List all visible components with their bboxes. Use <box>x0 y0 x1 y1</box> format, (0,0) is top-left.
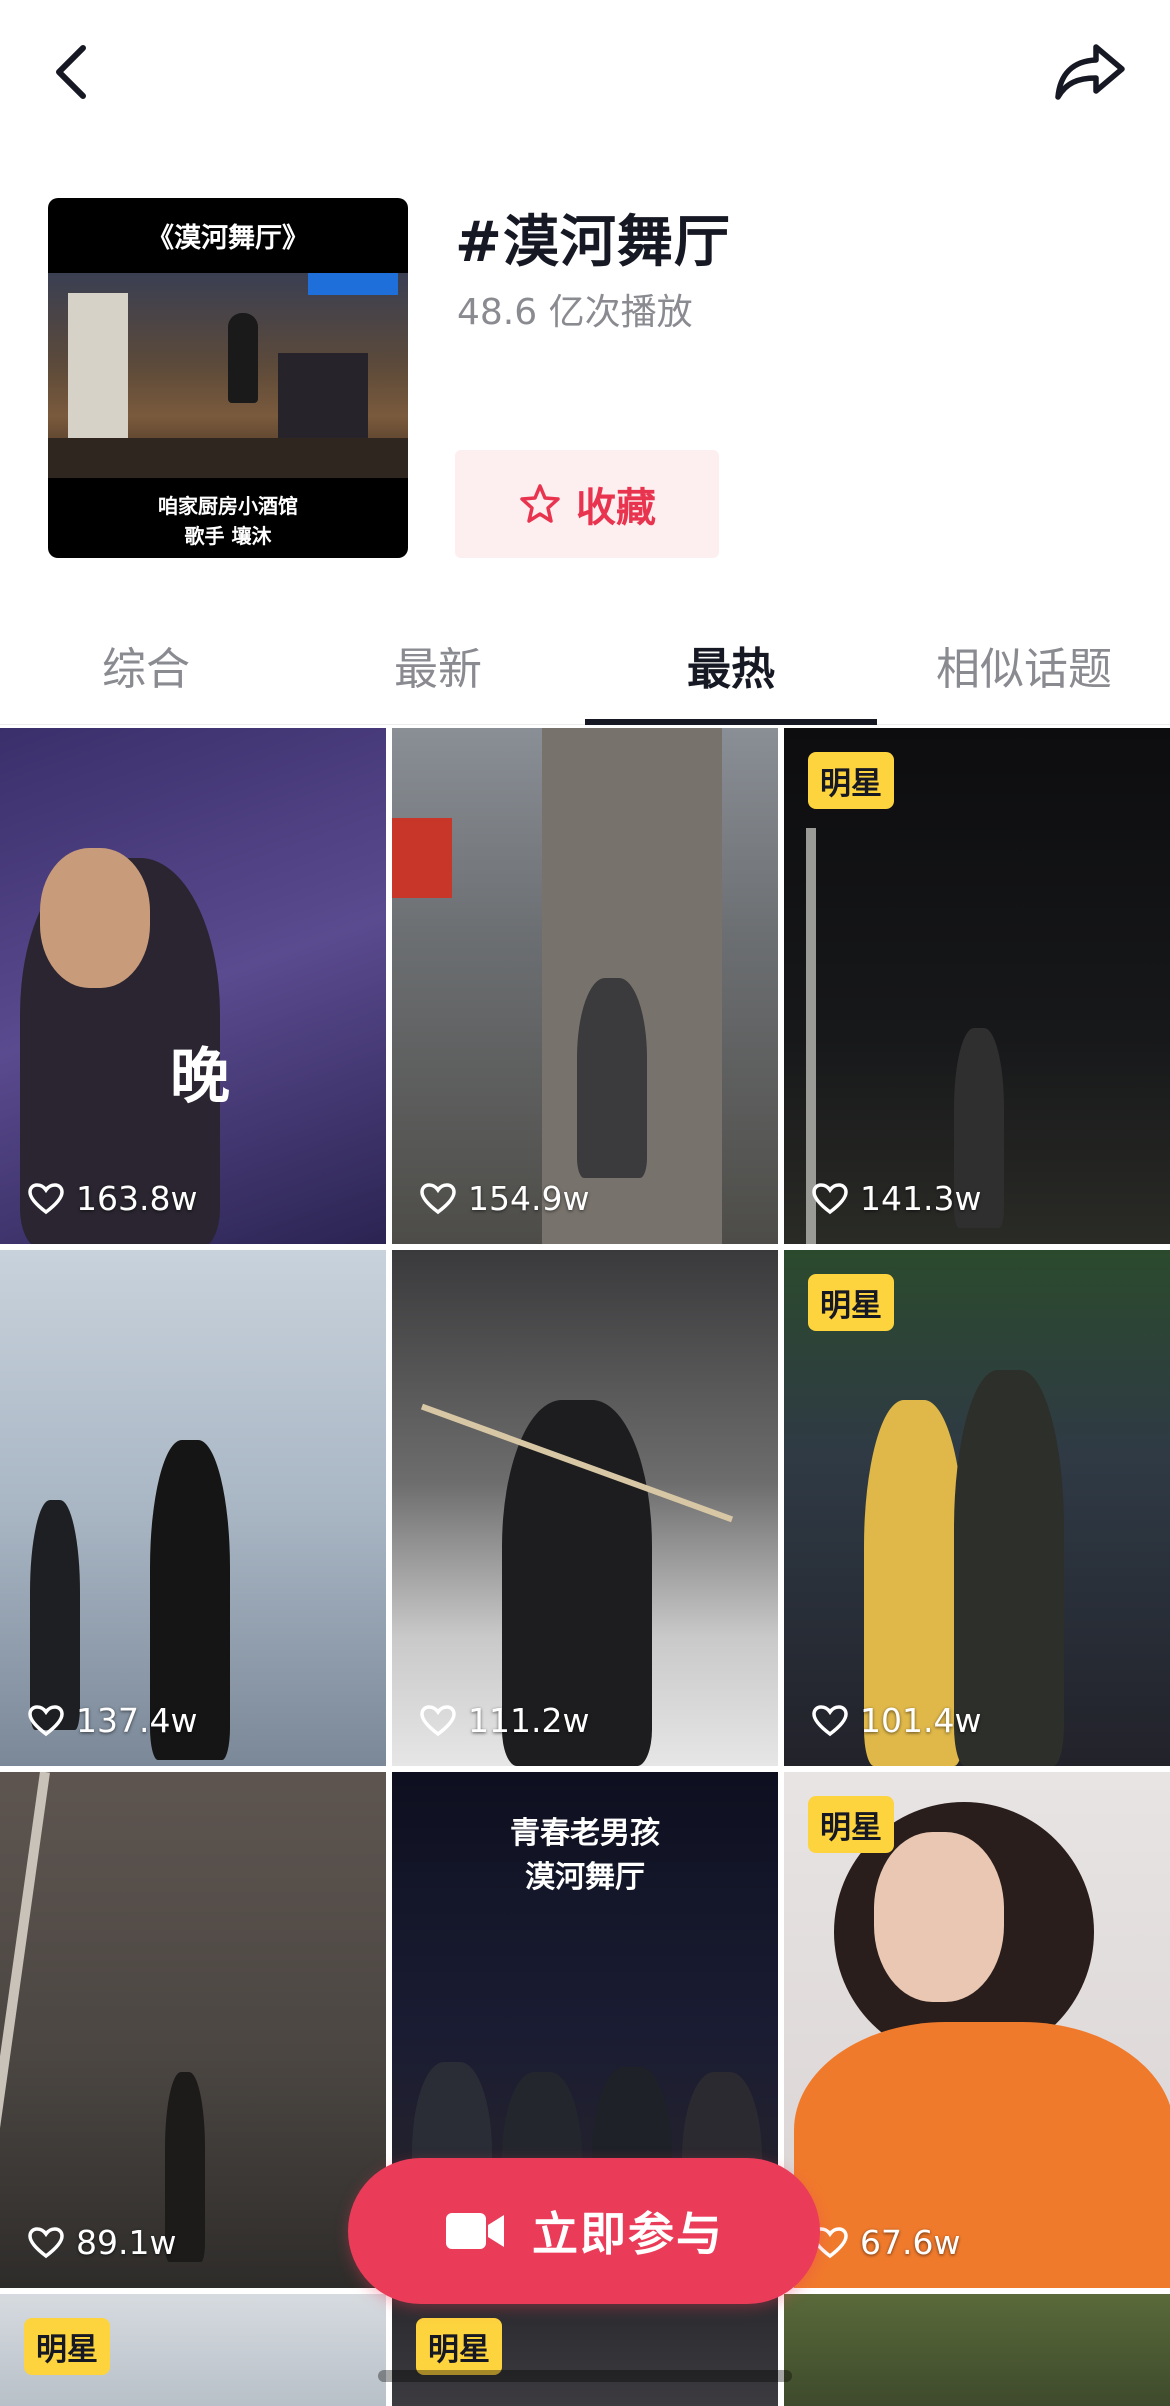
heart-outline-icon <box>28 2226 64 2258</box>
active-tab-indicator <box>585 719 877 725</box>
like-count: 111.2w <box>420 1701 589 1740</box>
topic-header: 《漠河舞厅》 咱家厨房小酒馆 歌手 壤沐 #漠河舞厅 48.6 亿次播放 收藏 <box>0 195 1170 565</box>
video-camera-icon <box>446 2213 504 2249</box>
video-card[interactable]: 明星 141.3w <box>784 728 1170 1244</box>
video-card[interactable]: 晚 163.8w <box>0 728 386 1244</box>
person-figure <box>577 978 647 1178</box>
video-card[interactable]: 137.4w <box>0 1250 386 1766</box>
tab-hottest[interactable]: 最热 <box>585 605 877 725</box>
topic-title: #漠河舞厅 <box>455 210 731 275</box>
like-count-value: 137.4w <box>76 1701 198 1740</box>
tab-latest[interactable]: 最新 <box>292 605 584 725</box>
video-overlay-line1: 青春老男孩 <box>510 1816 660 1851</box>
celebrity-badge: 明星 <box>24 2318 110 2375</box>
heart-outline-icon <box>812 1182 848 1214</box>
video-card[interactable]: 89.1w <box>0 1772 386 2288</box>
chevron-left-icon <box>56 45 86 99</box>
join-now-label: 立即参与 <box>532 2207 724 2261</box>
like-count-value: 101.4w <box>860 1701 982 1740</box>
star-outline-icon <box>520 484 560 523</box>
celebrity-badge: 明星 <box>416 2318 502 2375</box>
like-count: 154.9w <box>420 1179 589 1218</box>
like-count: 89.1w <box>28 2223 176 2262</box>
share-arrow-icon <box>1055 44 1125 100</box>
video-thumbnail <box>784 2294 1170 2406</box>
topic-cover-image[interactable]: 《漠河舞厅》 咱家厨房小酒馆 歌手 壤沐 <box>48 198 408 558</box>
like-count: 137.4w <box>28 1701 197 1740</box>
like-count-value: 154.9w <box>468 1179 590 1218</box>
like-count-value: 141.3w <box>860 1179 982 1218</box>
like-count-value: 67.6w <box>860 2223 961 2262</box>
heart-outline-icon <box>28 1704 64 1736</box>
cover-caption-line1: 咱家厨房小酒馆 <box>158 494 298 518</box>
shop-sign <box>392 818 452 898</box>
video-card[interactable]: 明星 <box>0 2294 386 2406</box>
heart-outline-icon <box>812 1704 848 1736</box>
video-card[interactable]: 111.2w <box>392 1250 778 1766</box>
person-face <box>874 1832 1004 2002</box>
tab-similar-topics[interactable]: 相似话题 <box>878 605 1170 725</box>
celebrity-badge: 明星 <box>808 1796 894 1853</box>
join-now-button[interactable]: 立即参与 <box>348 2158 820 2304</box>
video-overlay-text: 晚 <box>170 1042 230 1112</box>
like-count-value: 111.2w <box>468 1701 590 1740</box>
like-count: 101.4w <box>812 1701 981 1740</box>
favorite-button[interactable]: 收藏 <box>455 450 719 558</box>
like-count-value: 163.8w <box>76 1179 198 1218</box>
share-button[interactable] <box>1040 32 1140 112</box>
tab-bar: 综合 最新 最热 相似话题 <box>0 605 1170 725</box>
heart-outline-icon <box>420 1182 456 1214</box>
play-count: 48.6 亿次播放 <box>457 292 693 333</box>
top-bar <box>0 0 1170 150</box>
video-card[interactable]: 明星 101.4w <box>784 1250 1170 1766</box>
video-card[interactable]: 154.9w <box>392 728 778 1244</box>
video-overlay-line2: 漠河舞厅 <box>525 1860 645 1895</box>
video-card[interactable]: 明星 <box>392 2294 778 2406</box>
person-face <box>40 848 150 988</box>
person-figure <box>30 1500 80 1730</box>
like-count-value: 89.1w <box>76 2223 177 2262</box>
heart-outline-icon <box>28 1182 64 1214</box>
favorite-label: 收藏 <box>576 485 656 531</box>
tab-comprehensive[interactable]: 综合 <box>0 605 292 725</box>
like-count: 67.6w <box>812 2223 960 2262</box>
celebrity-badge: 明星 <box>808 752 894 809</box>
cover-caption-line2: 歌手 壤沐 <box>184 524 272 548</box>
video-card[interactable] <box>784 2294 1170 2406</box>
cover-photo <box>48 273 408 478</box>
celebrity-badge: 明星 <box>808 1274 894 1331</box>
like-count: 163.8w <box>28 1179 197 1218</box>
video-card[interactable]: 明星 67.6w <box>784 1772 1170 2288</box>
cover-title: 《漠河舞厅》 <box>147 223 309 254</box>
home-indicator <box>378 2370 792 2382</box>
back-button[interactable] <box>38 32 104 112</box>
like-count: 141.3w <box>812 1179 981 1218</box>
heart-outline-icon <box>420 1704 456 1736</box>
